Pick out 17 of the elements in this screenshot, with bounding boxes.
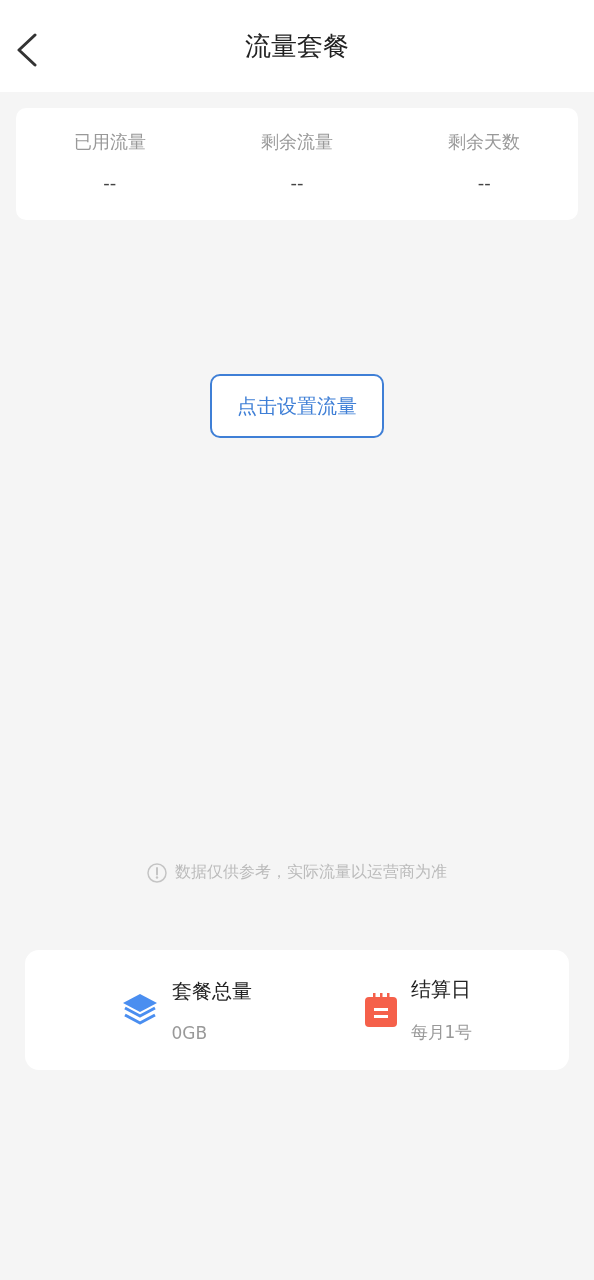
stat-label: 剩余天数 (448, 130, 521, 154)
calendar-icon (364, 993, 397, 1027)
back-icon[interactable] (16, 33, 38, 67)
info-icon (147, 862, 167, 883)
stat-value: -- (290, 172, 304, 193)
stat-value: -- (103, 172, 117, 193)
layers-icon (121, 993, 158, 1027)
disclaimer-text: 数据仅供参考，实际流量以运营商为准 (175, 862, 447, 883)
stat-value: -- (477, 172, 491, 193)
page-title: 流量套餐 (245, 29, 349, 63)
stat-label: 已用流量 (73, 130, 146, 154)
setup-traffic-button[interactable]: 点击设置流量 (210, 374, 384, 438)
stat-label: 剩余流量 (261, 130, 333, 154)
summary-title: 套餐总量 (171, 977, 252, 1005)
summary-value: 0GB (171, 1022, 209, 1043)
summary-title: 结算日 (410, 976, 472, 1003)
summary-value: 每月1号 (410, 1021, 473, 1044)
